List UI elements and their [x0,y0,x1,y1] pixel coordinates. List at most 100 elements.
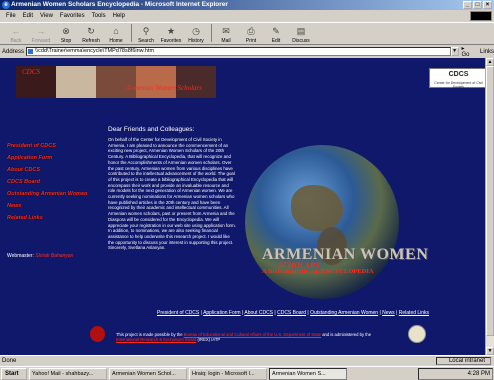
footer-link[interactable]: President of CDCS [157,310,199,316]
status-text: Done [2,357,17,364]
home-button[interactable]: ⌂ Home [104,22,128,44]
nav-president-link[interactable]: President of CDCS [7,140,97,152]
letter-body: On behalf of the Center for Development … [108,137,236,251]
greeting: Dear Friends and Colleagues: [108,126,195,133]
back-button[interactable]: ← Back [4,22,28,44]
edit-icon: ✎ [272,26,280,36]
irex-link[interactable]: International Research & Exchanges Board [116,337,196,342]
bottom-nav: President of CDCS | Application Form | A… [157,310,430,316]
taskbar-item-active[interactable]: Armenian Women S... [269,367,347,380]
menu-favorites[interactable]: Favorites [60,11,85,21]
menu-tools[interactable]: Tools [92,11,106,21]
menu-file[interactable]: File [6,11,16,21]
forward-button[interactable]: → Forward [29,22,53,44]
history-icon: ◷ [192,26,200,36]
taskbar: Start Yahoo! Mail - shahbazy... Armenian… [0,366,494,380]
toolbar: ← Back → Forward ⊗ Stop ↻ Refresh ⌂ Home ⚲ Sea… [0,22,494,45]
menu-view[interactable]: View [40,11,53,21]
title-bar: e Armenian Women Scholars Encyclopedia -… [0,0,494,10]
mail-button[interactable]: ✉ Mail [214,22,238,44]
refresh-icon: ↻ [87,26,95,36]
cdcs-seal-icon [90,326,105,342]
footer-link[interactable]: Outstanding Armenian Women [310,310,378,316]
banner-title: CDCS [22,68,40,76]
back-arrow-icon: ← [11,26,21,36]
state-dept-seal-icon [408,325,426,343]
banner-photo [96,66,136,98]
nav-application-link[interactable]: Application Form [7,152,97,164]
globe-subtitle-2: A BIOGRAPHICAL ENCYCLOPEDIA [262,268,374,275]
links-button[interactable]: Links [480,49,494,55]
start-button[interactable]: Start [1,367,27,380]
nav-outstanding-link[interactable]: Outstanding Armenian Women [7,188,97,200]
scroll-down-icon[interactable]: ▼ [486,347,494,355]
footer: This project is made possible by the Bur… [0,320,485,355]
system-tray: 4:28 PM [418,368,493,380]
banner-photo [176,66,216,98]
globe-image [245,145,399,299]
windows-logo-icon [470,11,492,21]
favorites-button[interactable]: ★ Favorites [159,22,183,44]
discuss-icon: ▤ [296,26,306,36]
status-bar: Done Local intranet [0,355,494,365]
forward-arrow-icon: → [36,26,46,36]
mail-icon: ✉ [222,26,230,36]
footer-link[interactable]: Related Links [399,310,429,316]
window-title: Armenian Women Scholars Encyclopedia - M… [11,1,228,8]
taskbar-item[interactable]: Hraiq: login - Microsoft I... [189,367,267,380]
banner-photo [136,66,176,98]
cdcs-logo: CDCS Center for Development of Civil Soc… [429,68,488,89]
search-icon: ⚲ [142,26,150,36]
nav-news-link[interactable]: News [7,200,97,212]
menu-edit[interactable]: Edit [23,11,33,21]
chevron-down-icon: ▼ [452,48,458,54]
address-label: Address [2,48,25,55]
toolbar-separator [131,24,132,42]
letter: Dear Friends and Colleagues: On behalf o… [108,126,236,251]
stop-icon: ⊗ [62,26,70,36]
print-icon: ⎙ [247,26,255,36]
edit-button[interactable]: ✎ Edit [264,22,288,44]
go-button[interactable]: ▸ Go [462,45,474,58]
menu-help[interactable]: Help [113,11,125,21]
toolbar-separator [211,24,212,42]
nav-board-link[interactable]: CDCS Board [7,176,97,188]
print-button[interactable]: ⎙ Print [239,22,263,44]
vertical-scrollbar[interactable]: ▲ ▼ [485,58,494,355]
discuss-button[interactable]: ▤ Discuss [289,22,313,44]
clock: 4:28 PM [467,371,490,377]
menu-bar: File Edit View Favorites Tools Help [0,11,494,21]
stop-button[interactable]: ⊗ Stop [54,22,78,44]
address-dropdown-button[interactable]: ▼ [450,47,459,56]
footer-text: This project is made possible by the Bur… [116,332,372,342]
nav-related-link[interactable]: Related Links [7,212,97,224]
favorites-icon: ★ [166,26,176,36]
footer-link[interactable]: Application Form [203,310,241,316]
web-page: CDCS Armenian Women Scholars CDCS Center… [0,58,494,355]
footer-link[interactable]: News [382,310,395,316]
minimize-button[interactable]: _ [463,1,472,9]
side-nav: President of CDCS Application Form About… [7,140,97,224]
refresh-button[interactable]: ↻ Refresh [79,22,103,44]
webmaster-link[interactable]: Shirak Bahanyan [35,253,73,259]
maximize-button[interactable]: □ [473,1,482,9]
close-button[interactable]: × [483,1,492,9]
header-banner: CDCS Armenian Women Scholars [16,66,216,98]
webmaster: Webmaster: Shirak Bahanyan [7,253,74,259]
search-button[interactable]: ⚲ Search [134,22,158,44]
ie-icon: e [2,1,10,9]
security-zone: Local intranet [435,357,491,365]
footer-link[interactable]: CDCS Board [277,310,306,316]
taskbar-item[interactable]: Armenian Women Schol... [109,367,187,380]
taskbar-item[interactable]: Yahoo! Mail - shahbazy... [29,367,107,380]
home-icon: ⌂ [113,26,119,36]
history-button[interactable]: ◷ History [184,22,208,44]
scroll-up-icon[interactable]: ▲ [486,58,494,66]
scroll-thumb[interactable] [486,66,494,336]
banner-photo [56,66,96,98]
banner-subtitle: Armenian Women Scholars [126,84,202,92]
address-bar: Address \\cdd\Trainer\emma\encycle\TMPd7… [0,45,494,58]
nav-about-link[interactable]: About CDCS [7,164,97,176]
footer-link[interactable]: About CDCS [244,310,273,316]
address-input[interactable]: \\cdd\Trainer\emma\encycle\TMPd78s8f6inw… [26,47,451,56]
